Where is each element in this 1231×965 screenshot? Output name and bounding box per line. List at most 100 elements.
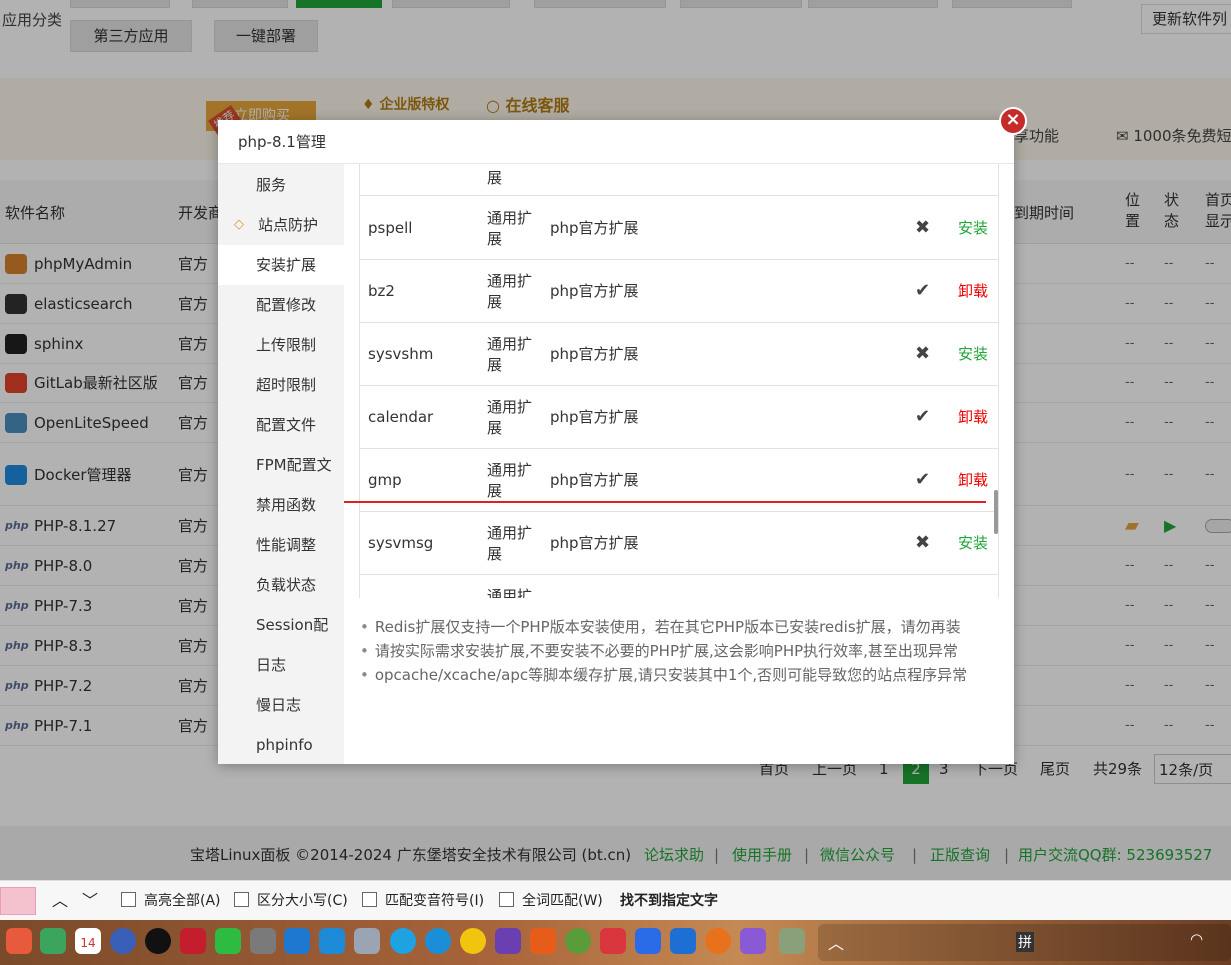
extension-row: pspell 通用扩展 php官方扩展 ✖ 安装: [360, 197, 998, 260]
scrollbar[interactable]: [994, 490, 998, 534]
php-manage-dialog: php-8.1管理 × 服务 ◇ 站点防护 安装扩展 配置修改 上传限制 超时限制 配置文件 F…: [218, 107, 1027, 764]
search-icon[interactable]: [354, 928, 380, 954]
sidebar-item[interactable]: 慢日志: [218, 685, 344, 725]
sidebar-item[interactable]: Session配: [218, 605, 344, 645]
cross-icon: ✖: [915, 532, 931, 553]
extension-name: bz2: [368, 282, 395, 300]
uninstall-button[interactable]: 卸载: [958, 386, 988, 448]
install-button[interactable]: 安装: [958, 575, 988, 598]
cross-icon: ✖: [915, 575, 930, 598]
install-button[interactable]: 安装: [958, 512, 988, 574]
extension-table: 展 pspell 通用扩展 php官方扩展 ✖ 安装 bz2 通用扩展 php官方扩展 ✔ 卸载 s…: [359, 164, 999, 598]
sidebar-item[interactable]: 性能调整: [218, 525, 344, 565]
chrome-icon[interactable]: [460, 928, 486, 954]
whole-words-checkbox[interactable]: [499, 892, 514, 907]
app-icon[interactable]: [779, 928, 805, 954]
find-status: 找不到指定文字: [620, 893, 718, 909]
match-diacritics-label: 匹配变音符号(I): [385, 893, 485, 909]
sidebar-item[interactable]: ◇ 站点防护: [218, 205, 344, 245]
settings-icon[interactable]: [110, 928, 136, 954]
extension-row: bz2 通用扩展 php官方扩展 ✔ 卸载: [360, 260, 998, 323]
extension-row: sysvmsg 通用扩展 php官方扩展 ✖ 安装: [360, 512, 998, 575]
extension-desc: php官方扩展: [550, 345, 639, 363]
find-bar: ︿ ﹀ 高亮全部(A) 区分大小写(C) 匹配变音符号(I) 全词匹配(W) 找…: [0, 880, 1231, 920]
extension-type: 通用扩展: [487, 398, 533, 437]
vscode-icon[interactable]: [284, 928, 310, 954]
close-icon[interactable]: ×: [999, 107, 1027, 135]
app-icon[interactable]: [600, 928, 626, 954]
dialog-sidebar: 服务 ◇ 站点防护 安装扩展 配置修改 上传限制 超时限制 配置文件 FPM配置文 禁用函数 性能调…: [218, 164, 344, 764]
uninstall-button[interactable]: 卸载: [958, 260, 988, 322]
sidebar-item[interactable]: 服务: [218, 165, 344, 205]
app-icon[interactable]: [740, 928, 766, 954]
sidebar-item[interactable]: 超时限制: [218, 365, 344, 405]
note-item: 请按实际需求安装扩展,不要安装不必要的PHP扩展,这会影响PHP执行效率,甚至出…: [360, 640, 958, 661]
highlight-all-checkbox[interactable]: [121, 892, 136, 907]
vm-icon[interactable]: [250, 928, 276, 954]
extension-desc: php官方扩展: [550, 408, 639, 426]
extension-desc: php官方扩展: [550, 219, 639, 237]
app-icon[interactable]: [670, 928, 696, 954]
qq-icon[interactable]: [145, 928, 171, 954]
system-tray: ︿ 拼 ◠: [818, 924, 1231, 961]
tray-expand-icon[interactable]: ︿: [828, 930, 844, 954]
wifi-icon[interactable]: ◠: [1190, 930, 1203, 948]
dialog-title: php-8.1管理: [218, 120, 1014, 164]
sidebar-item[interactable]: 上传限制: [218, 325, 344, 365]
sidebar-item[interactable]: 禁用函数: [218, 485, 344, 525]
extension-type: 通用扩展: [487, 587, 533, 598]
red-annotation-line: [344, 501, 986, 503]
cross-icon: ✖: [915, 217, 931, 238]
install-button[interactable]: 安装: [958, 323, 988, 385]
app-icon[interactable]: [495, 928, 521, 954]
sidebar-item[interactable]: 负载状态: [218, 565, 344, 605]
chevron-down-icon[interactable]: ﹀: [82, 881, 98, 921]
wechat-icon[interactable]: [215, 928, 241, 954]
sidebar-item[interactable]: 日志: [218, 645, 344, 685]
telegram-icon[interactable]: [425, 928, 451, 954]
sidebar-item[interactable]: 配置文件: [218, 405, 344, 445]
taskbar: 14 ︿ 拼 ◠: [0, 920, 1231, 965]
note-item: Redis扩展仅支持一个PHP版本安装使用，若在其它PHP版本已安装redis扩…: [360, 616, 961, 637]
app-icon[interactable]: [530, 928, 556, 954]
files-icon[interactable]: [319, 928, 345, 954]
extension-row: sysvshm 通用扩展 php官方扩展 ✖ 安装: [360, 323, 998, 386]
sidebar-item[interactable]: phpinfo: [218, 725, 344, 765]
app-icon[interactable]: [565, 928, 591, 954]
extension-type: 通用扩展: [487, 335, 533, 374]
match-case-label: 区分大小写(C): [257, 893, 348, 909]
extension-type: 通用扩展: [487, 461, 533, 500]
sidebar-item[interactable]: 安装扩展: [218, 245, 344, 285]
extension-type-partial: 展: [487, 169, 503, 187]
ime-icon[interactable]: 拼: [1016, 932, 1034, 952]
calendar-icon[interactable]: 14: [75, 928, 101, 954]
extension-type: 通用扩展: [487, 209, 533, 248]
match-diacritics-checkbox[interactable]: [362, 892, 377, 907]
extension-desc: php官方扩展: [550, 534, 639, 552]
sidebar-item[interactable]: 配置修改: [218, 285, 344, 325]
cross-icon: ✖: [915, 343, 931, 364]
app-icon[interactable]: [635, 928, 661, 954]
highlight-all-label: 高亮全部(A): [144, 893, 221, 909]
music-icon[interactable]: [40, 928, 66, 954]
match-case-checkbox[interactable]: [234, 892, 249, 907]
extension-type: 通用扩展: [487, 524, 533, 563]
note-item: opcache/xcache/apc等脚本缓存扩展,请只安装其中1个,否则可能导…: [360, 664, 967, 685]
browser-icon[interactable]: [390, 928, 416, 954]
chevron-up-icon[interactable]: ︿: [52, 881, 68, 921]
launcher-icon[interactable]: [6, 928, 32, 954]
extension-row: calendar 通用扩展 php官方扩展 ✔ 卸载: [360, 386, 998, 449]
whole-words-label: 全词匹配(W): [522, 893, 603, 909]
shield-icon: ◇: [234, 217, 244, 232]
extension-desc: php官方扩展: [550, 282, 639, 300]
check-icon: ✔: [915, 280, 931, 301]
extension-name: sysvshm: [368, 345, 434, 363]
terminal-icon[interactable]: [180, 928, 206, 954]
extension-name: pspell: [368, 219, 413, 237]
find-input[interactable]: [0, 887, 36, 915]
sidebar-item[interactable]: FPM配置文: [218, 445, 344, 485]
extension-type: 通用扩展: [487, 272, 533, 311]
extension-name: sysvmsg: [368, 534, 434, 552]
firefox-icon[interactable]: [705, 928, 731, 954]
install-button[interactable]: 安装: [958, 197, 988, 259]
